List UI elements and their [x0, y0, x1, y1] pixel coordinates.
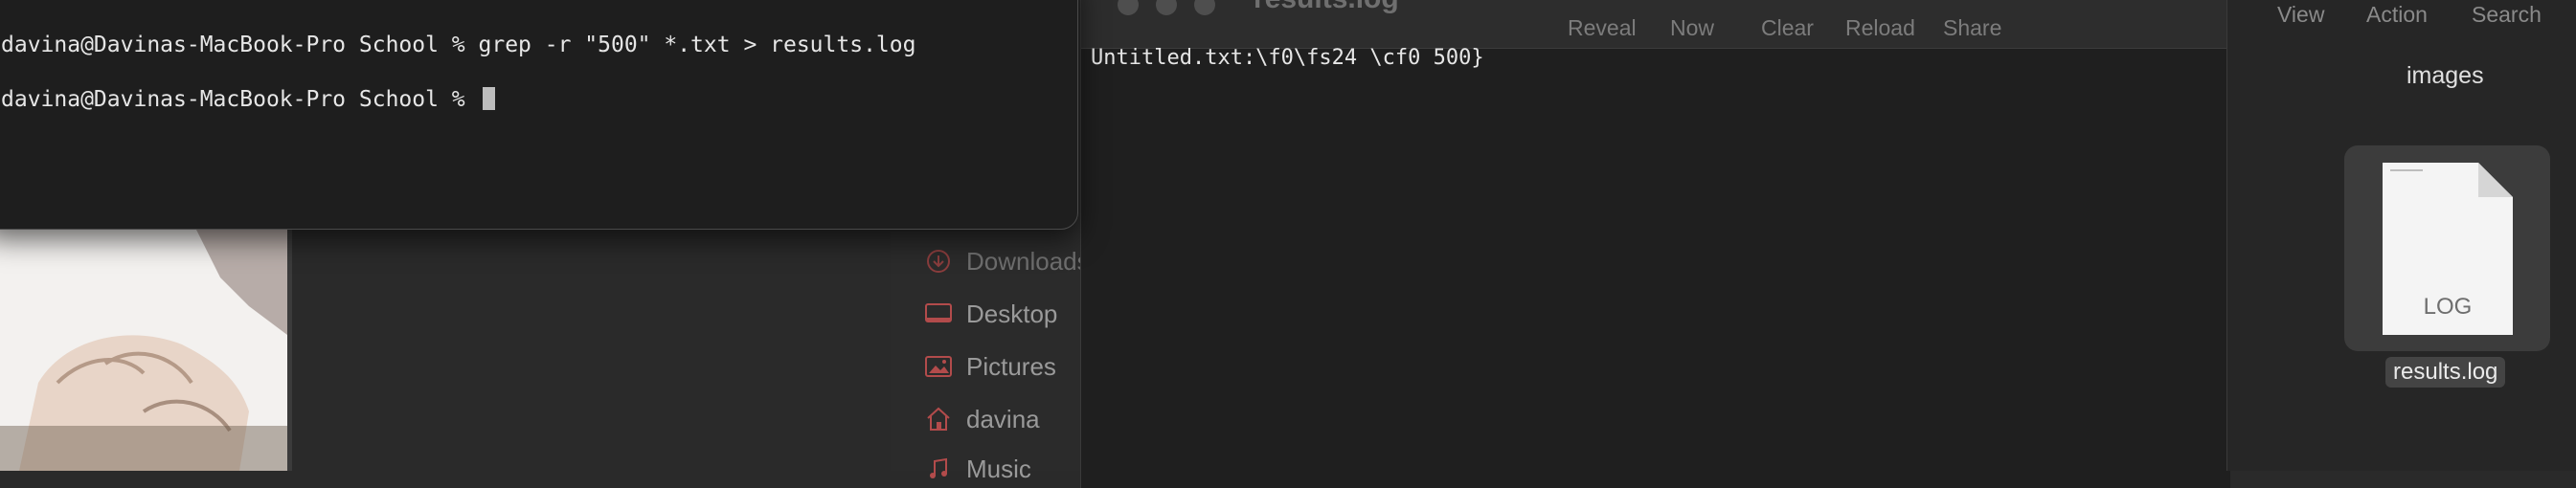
now-button[interactable]: Now	[1670, 15, 1714, 41]
sidebar-item-davina[interactable]: davina	[924, 400, 1040, 438]
finder-toolbar: View Action Search	[2227, 0, 2576, 36]
pictures-icon	[924, 352, 953, 381]
window-edge	[287, 220, 292, 471]
sidebar-item-label: Desktop	[966, 299, 1058, 328]
background-photo	[0, 220, 292, 471]
file-type-label: LOG	[2424, 294, 2473, 320]
sidebar-item-downloads[interactable]: Downloads	[924, 242, 1090, 280]
sidebar-item-label: davina	[966, 404, 1040, 433]
log-file-icon: LOG	[2383, 163, 2513, 335]
console-window-title: results.log	[1254, 0, 1399, 15]
sidebar-item-desktop[interactable]: Desktop	[924, 295, 1057, 333]
music-icon	[924, 455, 953, 483]
reload-button[interactable]: Reload	[1845, 15, 1915, 41]
close-window-button[interactable]	[1118, 0, 1139, 15]
sidebar-item-music[interactable]: Music	[924, 450, 1031, 488]
search-button[interactable]: Search	[2472, 2, 2542, 28]
file-item-results-log[interactable]: LOG	[2344, 145, 2550, 351]
terminal-command-line: davina@Davinas-MacBook-Pro School % grep…	[1, 33, 916, 57]
log-output-line: Untitled.txt:\f0\fs24 \cf0 500}	[1091, 46, 1484, 70]
reveal-button[interactable]: Reveal	[1568, 15, 1637, 41]
file-name-label[interactable]: results.log	[2385, 357, 2506, 388]
desktop-icon	[924, 299, 953, 328]
minimize-window-button[interactable]	[1156, 0, 1177, 15]
sidebar-item-label: Pictures	[966, 351, 1056, 381]
download-icon	[924, 247, 953, 276]
sidebar-item-pictures[interactable]: Pictures	[924, 347, 1056, 386]
clear-button[interactable]: Clear	[1761, 15, 1814, 41]
share-button[interactable]: Share	[1943, 15, 2001, 41]
sidebar-item-label: Music	[966, 454, 1031, 483]
console-toolbar: results.log Reveal Now Clear Reload Shar…	[1081, 0, 2230, 49]
finder-window: View Action Search images LOG results.lo…	[2226, 0, 2576, 471]
terminal-prompt: davina@Davinas-MacBook-Pro School %	[1, 87, 479, 112]
sidebar-item-label: Downloads	[966, 246, 1090, 276]
text-cursor	[482, 87, 495, 110]
home-icon	[924, 405, 953, 433]
zoom-window-button[interactable]	[1194, 0, 1215, 15]
terminal-prompt-line[interactable]: davina@Davinas-MacBook-Pro School %	[1, 87, 495, 112]
action-menu-button[interactable]: Action	[2366, 2, 2428, 28]
terminal-window[interactable]: davina@Davinas-MacBook-Pro School % grep…	[0, 0, 1078, 230]
console-window: results.log Reveal Now Clear Reload Shar…	[1080, 0, 2230, 488]
view-menu-button[interactable]: View	[2277, 2, 2324, 28]
hand-illustration	[0, 220, 292, 471]
folder-title: images	[2407, 62, 2484, 89]
